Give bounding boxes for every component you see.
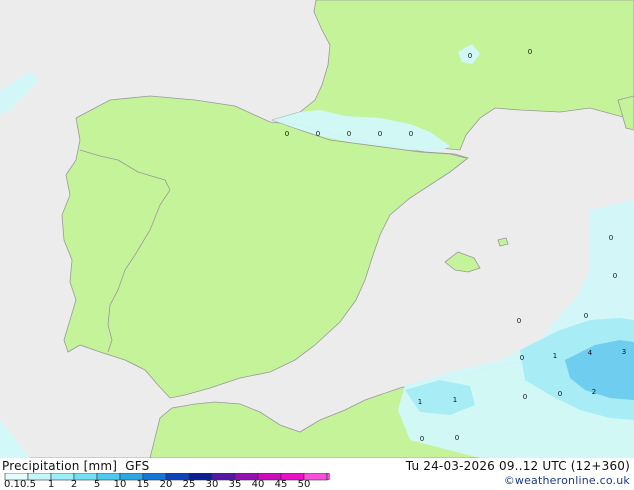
precipitation-map: 0 0 0 0 0 0 0 0 0 0 0 0 1 4 3 2 1 1 0 0 … — [0, 0, 634, 458]
valid-time: Tu 24-03-2026 09..12 UTC (12+360) — [405, 459, 630, 473]
legend-title: Precipitation [mm] GFS — [2, 459, 149, 473]
color-scale-tick-label: 0.5 — [20, 479, 36, 490]
precip-label: 0 — [528, 48, 532, 56]
color-scale-tick-label: 5 — [93, 479, 101, 490]
precipitation-label: Precipitation [mm] — [2, 459, 118, 473]
precip-label: 0 — [420, 435, 424, 443]
color-scale-tick-label: 1 — [47, 479, 55, 490]
precip-label: 0 — [517, 317, 521, 325]
precip-label: 0 — [378, 130, 382, 138]
precip-label: 2 — [592, 388, 596, 396]
color-scale-tick-label: 40 — [251, 479, 265, 490]
precip-label: 0 — [468, 52, 472, 60]
color-scale-tick-label: 15 — [136, 479, 150, 490]
precip-label: 0 — [609, 234, 613, 242]
precip-label: 0 — [558, 390, 562, 398]
precip-label: 3 — [622, 348, 626, 356]
color-scale-tick-label: 45 — [274, 479, 288, 490]
color-scale-tick-label: 30 — [205, 479, 219, 490]
color-scale-tick-label: 0.1 — [4, 479, 20, 490]
model-label: GFS — [125, 459, 150, 473]
precip-label: 0 — [316, 130, 320, 138]
color-scale-arrow — [326, 473, 330, 481]
copyright-link[interactable]: ©weatheronline.co.uk — [504, 474, 630, 487]
color-scale-ticks: 0.1 0.5 1 2 5 10 15 20 25 30 35 40 45 50 — [0, 479, 340, 490]
color-scale-tick-label: 20 — [159, 479, 173, 490]
precip-label: 0 — [520, 354, 524, 362]
precip-label: 0 — [455, 434, 459, 442]
color-scale-tick-label: 10 — [113, 479, 127, 490]
color-scale-tick-label: 50 — [297, 479, 311, 490]
color-scale-tick-label: 2 — [70, 479, 78, 490]
precip-label: 0 — [409, 130, 413, 138]
precip-label: 1 — [418, 398, 422, 406]
precip-label: 0 — [613, 272, 617, 280]
precip-label: 1 — [553, 352, 557, 360]
precip-label: 0 — [347, 130, 351, 138]
color-scale-tick-label: 25 — [182, 479, 196, 490]
precip-label: 1 — [453, 396, 457, 404]
precip-label: 0 — [584, 312, 588, 320]
color-scale-tick-label: 35 — [228, 479, 242, 490]
precip-label: 0 — [523, 393, 527, 401]
precip-label: 4 — [588, 349, 593, 357]
precip-label: 0 — [285, 130, 289, 138]
